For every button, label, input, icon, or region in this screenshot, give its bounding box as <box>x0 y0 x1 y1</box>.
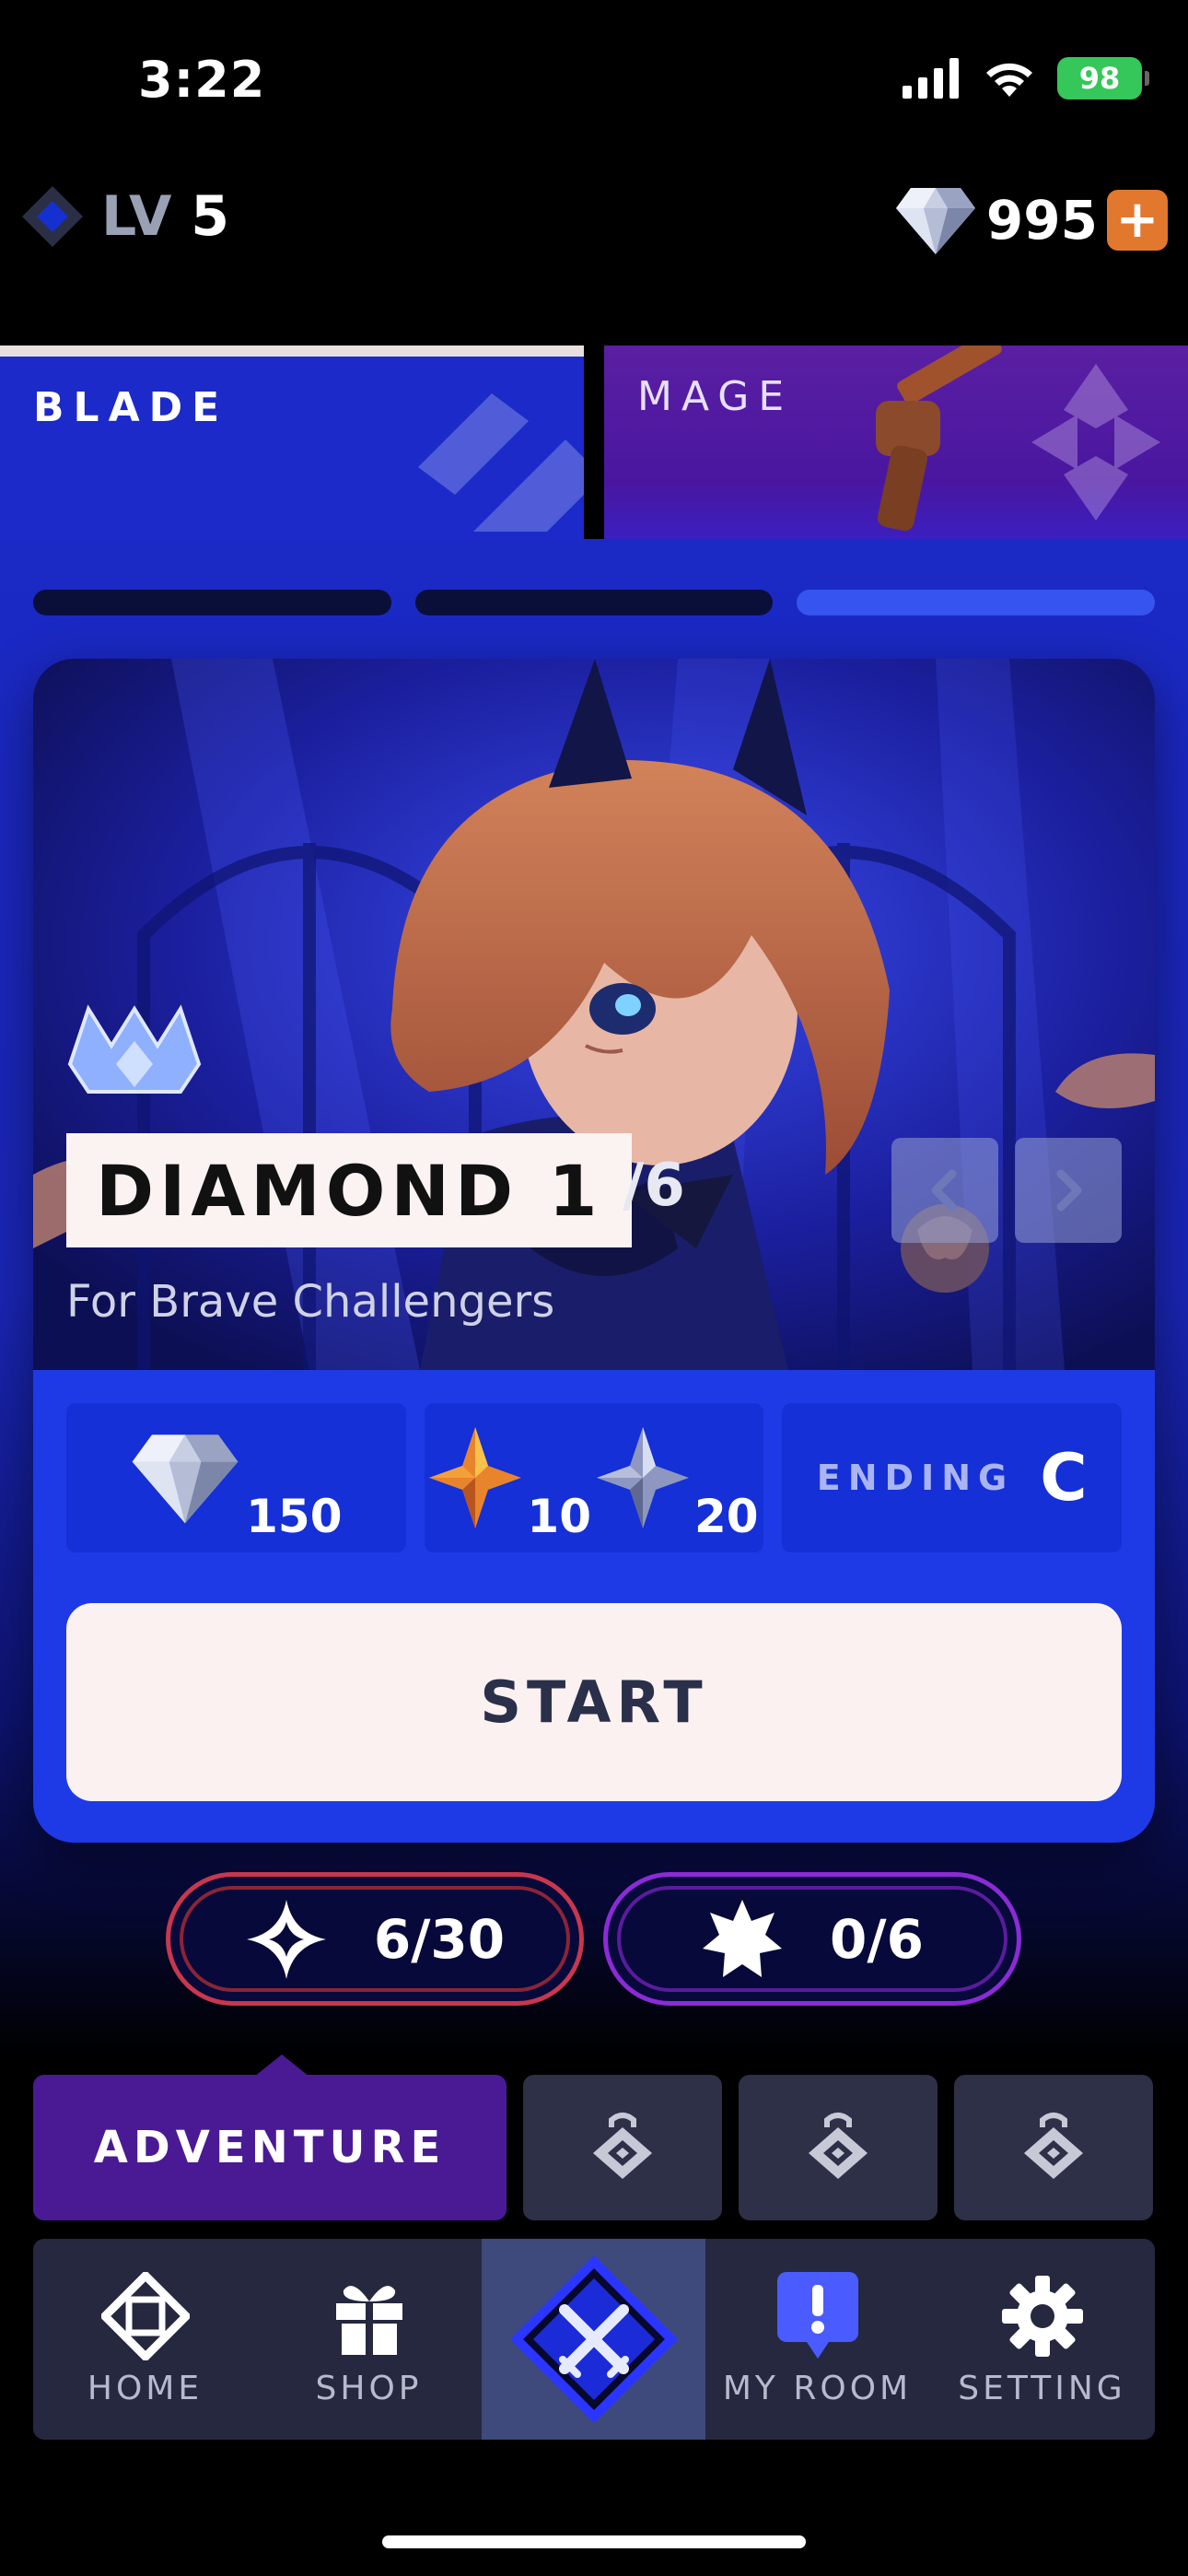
tab-divider <box>584 345 604 539</box>
gem-reward: 150 <box>66 1403 406 1552</box>
tab-label-mage: MAGE <box>637 373 794 420</box>
gem-count: 995 <box>985 189 1098 252</box>
stage-card: DIAMOND 1 /6 For Brave Challengers 150 1… <box>33 659 1155 1843</box>
stage-progress <box>33 590 1156 617</box>
level-prefix: LV <box>101 184 172 249</box>
nav-label-setting: SETTING <box>958 2369 1126 2407</box>
gem-reward-value: 150 <box>246 1490 343 1543</box>
crown-icon <box>67 1004 202 1094</box>
lock-icon <box>1024 2113 1083 2179</box>
nav-label-my-room: MY ROOM <box>722 2369 913 2407</box>
mage-emblem-icon <box>1031 364 1160 521</box>
previous-stage-button[interactable] <box>891 1138 998 1243</box>
level-diamond-icon <box>20 184 85 249</box>
stage-title-box: DIAMOND 1 <box>66 1133 633 1247</box>
alert-badge-icon <box>774 2271 862 2360</box>
orange-star-icon <box>429 1427 522 1528</box>
locked-mode-tab[interactable] <box>739 2075 938 2220</box>
home-indicator[interactable] <box>382 2535 806 2548</box>
tab-blade[interactable]: BLADE <box>0 345 584 539</box>
tab-label-blade: BLADE <box>33 384 229 431</box>
tab-mage[interactable]: MAGE <box>604 345 1188 539</box>
ending-label: ENDING <box>816 1458 1015 1498</box>
signal-icon <box>903 58 959 99</box>
sparkle-icon <box>246 1899 326 1979</box>
ending-grade-box: ENDING C <box>782 1403 1123 1552</box>
sparkle-counter: 6/30 <box>166 1872 584 2006</box>
bottom-navigation: HOME SHOP MY ROOM SETTING <box>33 2239 1155 2440</box>
stage-subtitle: For Brave Challengers <box>66 1276 555 1328</box>
player-level: LV 5 <box>20 184 229 249</box>
status-bar: 3:22 98 <box>0 0 1188 166</box>
gear-icon <box>998 2272 1087 2360</box>
tab-adventure[interactable]: ADVENTURE <box>33 2055 507 2220</box>
stage-title: DIAMOND 1 <box>96 1149 603 1232</box>
progress-segment-active <box>797 590 1156 615</box>
stage-count: /6 <box>623 1152 685 1220</box>
character-artwork <box>33 659 1155 1370</box>
silver-star-reward-value: 20 <box>694 1490 759 1543</box>
battery-level: 98 <box>1078 61 1121 96</box>
gem-icon <box>895 188 975 254</box>
add-gems-button[interactable]: + <box>1107 190 1168 251</box>
revolver-icon <box>876 345 1002 532</box>
gem-balance: 995 + <box>894 184 1168 256</box>
progress-segment <box>33 590 391 615</box>
ending-grade: C <box>1040 1440 1088 1516</box>
wifi-icon <box>986 63 1032 97</box>
lock-icon <box>593 2113 652 2179</box>
battery-indicator: 98 <box>1057 57 1149 100</box>
crossed-swords-icon <box>510 2256 677 2422</box>
nav-my-room[interactable]: MY ROOM <box>705 2239 929 2440</box>
burst-counter: 0/6 <box>603 1872 1021 2006</box>
nav-label-shop: SHOP <box>315 2369 423 2407</box>
silver-star-icon <box>597 1427 689 1528</box>
nav-home[interactable]: HOME <box>33 2239 257 2440</box>
nav-setting[interactable]: SETTING <box>930 2239 1154 2440</box>
star-rewards: 10 20 <box>424 1403 764 1552</box>
progress-segment <box>414 590 774 615</box>
character-illustration <box>33 659 1155 1370</box>
burst-counter-value: 0/6 <box>830 1907 924 1971</box>
status-time: 3:22 <box>138 51 266 109</box>
burst-icon <box>703 1899 783 1977</box>
nav-label-home: HOME <box>87 2369 204 2407</box>
orange-star-reward-value: 10 <box>527 1490 591 1543</box>
home-diamond-icon <box>100 2271 190 2360</box>
lock-icon <box>809 2113 868 2179</box>
sparkle-counter-value: 6/30 <box>373 1907 506 1971</box>
start-button[interactable]: START <box>66 1603 1122 1801</box>
next-stage-button[interactable] <box>1015 1138 1122 1243</box>
locked-mode-tab[interactable] <box>523 2075 722 2220</box>
chevron-left-icon <box>931 1169 957 1212</box>
nav-shop[interactable]: SHOP <box>257 2239 481 2440</box>
chevron-right-icon <box>1056 1169 1082 1212</box>
nav-battle[interactable] <box>482 2239 705 2440</box>
resource-counters: 6/30 0/6 <box>0 1872 1188 2006</box>
locked-mode-tab[interactable] <box>954 2075 1153 2220</box>
reward-row: 150 10 20 ENDING C <box>66 1403 1123 1552</box>
gift-icon <box>325 2272 413 2360</box>
top-header: LV 5 995 + <box>0 175 1188 276</box>
blade-emblem-icon <box>418 393 584 532</box>
gem-icon <box>132 1434 239 1524</box>
class-tabs: BLADE MAGE <box>0 345 1188 539</box>
status-indicators: 98 <box>903 57 1149 100</box>
level-value: 5 <box>191 184 230 249</box>
mode-tabs: ADVENTURE <box>33 2055 1155 2220</box>
